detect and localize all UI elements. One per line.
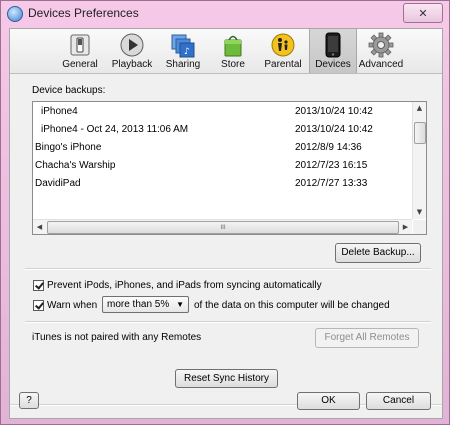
device-backups-label: Device backups: — [32, 85, 106, 96]
tab-devices-label: Devices — [315, 59, 351, 70]
tab-store-label: Store — [221, 59, 245, 70]
backup-date: 2013/10/24 10:42 — [295, 124, 373, 135]
tab-general[interactable]: General — [54, 29, 106, 73]
horizontal-scrollbar[interactable]: ◀ III ▶ — [33, 219, 412, 234]
warn-threshold-value: more than 5% — [107, 299, 170, 310]
shopping-bag-icon — [220, 32, 246, 58]
backup-date: 2012/8/9 14:36 — [295, 142, 362, 153]
scroll-left-icon[interactable]: ◀ — [33, 221, 46, 233]
warn-when-checkbox[interactable] — [33, 300, 44, 311]
warn-when-label: Warn when — [47, 300, 98, 311]
window-title: Devices Preferences — [28, 6, 139, 20]
scroll-right-icon[interactable]: ▶ — [399, 221, 412, 233]
device-backups-list[interactable]: iPhone4 2013/10/24 10:42 iPhone4 - Oct 2… — [32, 101, 427, 235]
title-bar[interactable]: Devices Preferences ✕ — [1, 1, 449, 25]
vertical-scrollbar[interactable]: ▲ ▼ — [412, 102, 426, 219]
vertical-scroll-thumb[interactable] — [414, 122, 426, 144]
chevron-down-icon: ▼ — [176, 300, 184, 309]
tab-sharing-label: Sharing — [165, 59, 201, 70]
list-item[interactable]: iPhone4 - Oct 24, 2013 11:06 AM 2013/10/… — [33, 121, 411, 139]
scroll-down-icon[interactable]: ▼ — [413, 206, 426, 218]
backup-name: DavidiPad — [35, 178, 81, 189]
cancel-button[interactable]: Cancel — [366, 392, 431, 410]
close-button[interactable]: ✕ — [403, 3, 443, 23]
tab-devices[interactable]: Devices — [309, 29, 357, 73]
list-item[interactable]: iPhone4 2013/10/24 10:42 — [33, 103, 411, 121]
list-item[interactable]: Bingo's iPhone 2012/8/9 14:36 — [33, 139, 411, 157]
tab-parental[interactable]: Parental — [258, 29, 308, 73]
play-icon — [119, 32, 145, 58]
gear-icon — [368, 32, 394, 58]
prevent-sync-label: Prevent iPods, iPhones, and iPads from s… — [47, 280, 322, 291]
reset-sync-history-button[interactable]: Reset Sync History — [175, 369, 278, 388]
horizontal-scroll-thumb[interactable]: III — [47, 221, 399, 234]
tab-sharing[interactable]: ♪ Sharing — [158, 29, 208, 73]
switch-icon — [67, 32, 93, 58]
tab-advanced[interactable]: Advanced — [356, 29, 406, 73]
backup-name: iPhone4 - Oct 24, 2013 11:06 AM — [41, 124, 189, 135]
backup-date: 2012/7/23 16:15 — [295, 160, 368, 171]
divider — [25, 268, 431, 270]
help-button[interactable]: ? — [19, 392, 39, 409]
preferences-toolbar: General Playback ♪ Sharing Store Parenta… — [10, 29, 442, 74]
backup-name: Chacha's Warship — [35, 160, 116, 171]
delete-backup-button[interactable]: Delete Backup... — [335, 243, 421, 263]
forget-all-remotes-button[interactable]: Forget All Remotes — [315, 328, 419, 348]
backup-name: Bingo's iPhone — [35, 142, 102, 153]
itunes-app-icon — [7, 6, 23, 22]
tab-playback[interactable]: Playback — [107, 29, 157, 73]
remotes-status: iTunes is not paired with any Remotes — [32, 332, 202, 343]
warn-threshold-select[interactable]: more than 5% ▼ — [102, 296, 189, 313]
ok-button[interactable]: OK — [297, 392, 360, 410]
backup-date: 2012/7/27 13:33 — [295, 178, 368, 189]
scroll-up-icon[interactable]: ▲ — [413, 102, 426, 114]
backup-date: 2013/10/24 10:42 — [295, 106, 373, 117]
prevent-sync-checkbox[interactable] — [33, 280, 44, 291]
tab-playback-label: Playback — [111, 59, 153, 70]
list-item[interactable]: Chacha's Warship 2012/7/23 16:15 — [33, 157, 411, 175]
tab-parental-label: Parental — [264, 59, 302, 70]
preferences-window: Devices Preferences ✕ General Playback ♪… — [0, 0, 450, 425]
list-item[interactable]: DavidiPad 2012/7/27 13:33 — [33, 175, 411, 193]
svg-text:♪: ♪ — [184, 47, 190, 57]
dialog-client-area: General Playback ♪ Sharing Store Parenta… — [9, 28, 443, 419]
backup-name: iPhone4 — [41, 106, 78, 117]
divider — [25, 321, 431, 323]
sharing-icon: ♪ — [170, 32, 196, 58]
scrollbar-corner — [413, 220, 426, 234]
tab-store[interactable]: Store — [209, 29, 257, 73]
close-icon: ✕ — [418, 6, 428, 20]
tab-advanced-label: Advanced — [358, 59, 404, 70]
tab-general-label: General — [62, 59, 98, 70]
parental-icon — [270, 32, 296, 58]
phone-icon — [320, 32, 346, 58]
warn-suffix-label: of the data on this computer will be cha… — [194, 300, 390, 311]
